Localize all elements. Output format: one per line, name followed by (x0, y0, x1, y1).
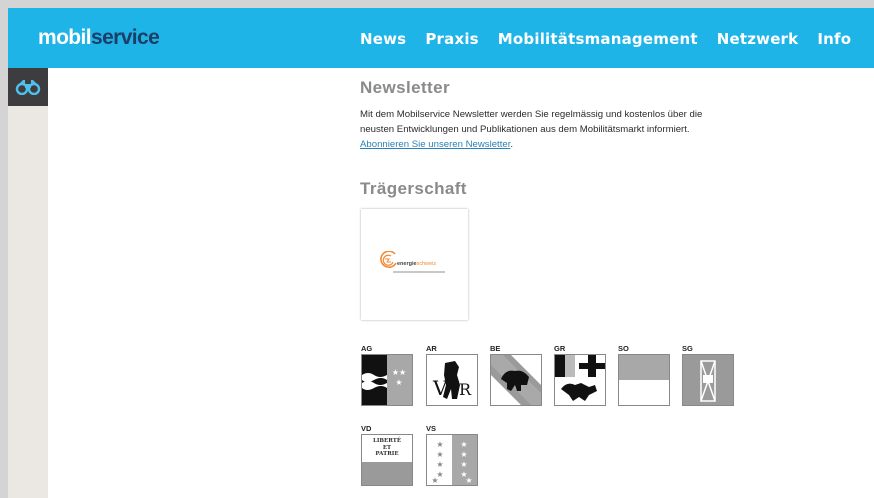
canton-be-label: BE (490, 344, 501, 353)
nav-netzwerk[interactable]: Netzwerk (717, 30, 799, 48)
logo-word-schweiz: schweiz (416, 261, 437, 267)
energieschweiz-swirl-icon (380, 251, 397, 269)
nav-mobilitaetsmanagement[interactable]: Mobilitätsmanagement (498, 30, 698, 48)
main-content: Newsletter Mit dem Mobilservice Newslett… (48, 68, 874, 498)
canton-gr-label: GR (554, 344, 566, 353)
nav-news[interactable]: News (360, 30, 406, 48)
svg-text:★: ★ (395, 378, 402, 387)
canton-ag-label: AG (361, 344, 373, 353)
newsletter-heading: Newsletter (360, 78, 450, 97)
vaud-crest-icon: LIBERTÉ ET PATRIE (361, 434, 413, 486)
svg-text:★: ★ (436, 450, 443, 459)
site-header: mobilservice News Praxis Mobilitätsmanag… (8, 8, 874, 68)
logo-part-service: service (91, 26, 160, 49)
svg-text:★: ★ (431, 476, 438, 485)
newsletter-text-line-1: Mit dem Mobilservice Newsletter werden S… (360, 109, 703, 120)
svg-text:★: ★ (460, 450, 467, 459)
solothurn-crest-icon (618, 354, 670, 406)
sidebar (8, 68, 48, 498)
aargau-crest-icon: ★★ ★ (361, 354, 413, 406)
st-gallen-crest-icon (682, 354, 734, 406)
svg-text:R: R (459, 380, 472, 399)
svg-text:★: ★ (436, 460, 443, 469)
svg-text:★: ★ (436, 440, 443, 449)
sidebar-search-tool[interactable] (8, 68, 48, 106)
newsletter-link-suffix: . (510, 139, 514, 150)
logo-tagline-line (393, 271, 445, 273)
canton-so-label: SO (618, 344, 629, 353)
newsletter-subscribe-link[interactable]: Abonnieren Sie unseren Newsletter (360, 139, 510, 150)
binoculars-icon (15, 80, 41, 95)
window-frame-top (0, 0, 874, 8)
appenzell-ausserrhoden-crest-icon: V R (426, 354, 478, 406)
canton-ar-label: AR (426, 344, 437, 353)
logo-word-energie: energie (397, 261, 417, 267)
energieschweiz-logo-card[interactable]: energieschweiz (361, 209, 468, 320)
bern-crest-icon (490, 354, 542, 406)
canton-vd-label: VD (361, 424, 372, 433)
vaud-motto-line-3: PATRIE (375, 451, 399, 457)
energieschweiz-wordmark: energieschweiz (397, 261, 436, 267)
canton-vs-label: VS (426, 424, 437, 433)
newsletter-text: Mit dem Mobilservice Newsletter werden S… (360, 107, 810, 152)
main-nav: News Praxis Mobilitätsmanagement Netzwer… (360, 30, 870, 48)
svg-text:★★: ★★ (392, 368, 406, 377)
site-logo[interactable]: mobilservice (38, 26, 160, 50)
svg-text:★: ★ (460, 460, 467, 469)
valais-crest-icon: ★ ★ ★ ★ ★ ★ ★ ★ ★ ★ (426, 434, 478, 486)
nav-praxis[interactable]: Praxis (425, 30, 478, 48)
graubuenden-crest-icon (554, 354, 606, 406)
logo-part-mobil: mobil (38, 26, 92, 49)
newsletter-text-line-2: neusten Entwicklungen und Publikationen … (360, 124, 690, 135)
canton-sg-label: SG (682, 344, 693, 353)
traegerschaft-heading: Trägerschaft (360, 179, 467, 198)
window-frame-left (0, 8, 8, 498)
svg-text:★: ★ (465, 476, 472, 485)
nav-info[interactable]: Info (817, 30, 851, 48)
svg-text:★: ★ (460, 440, 467, 449)
